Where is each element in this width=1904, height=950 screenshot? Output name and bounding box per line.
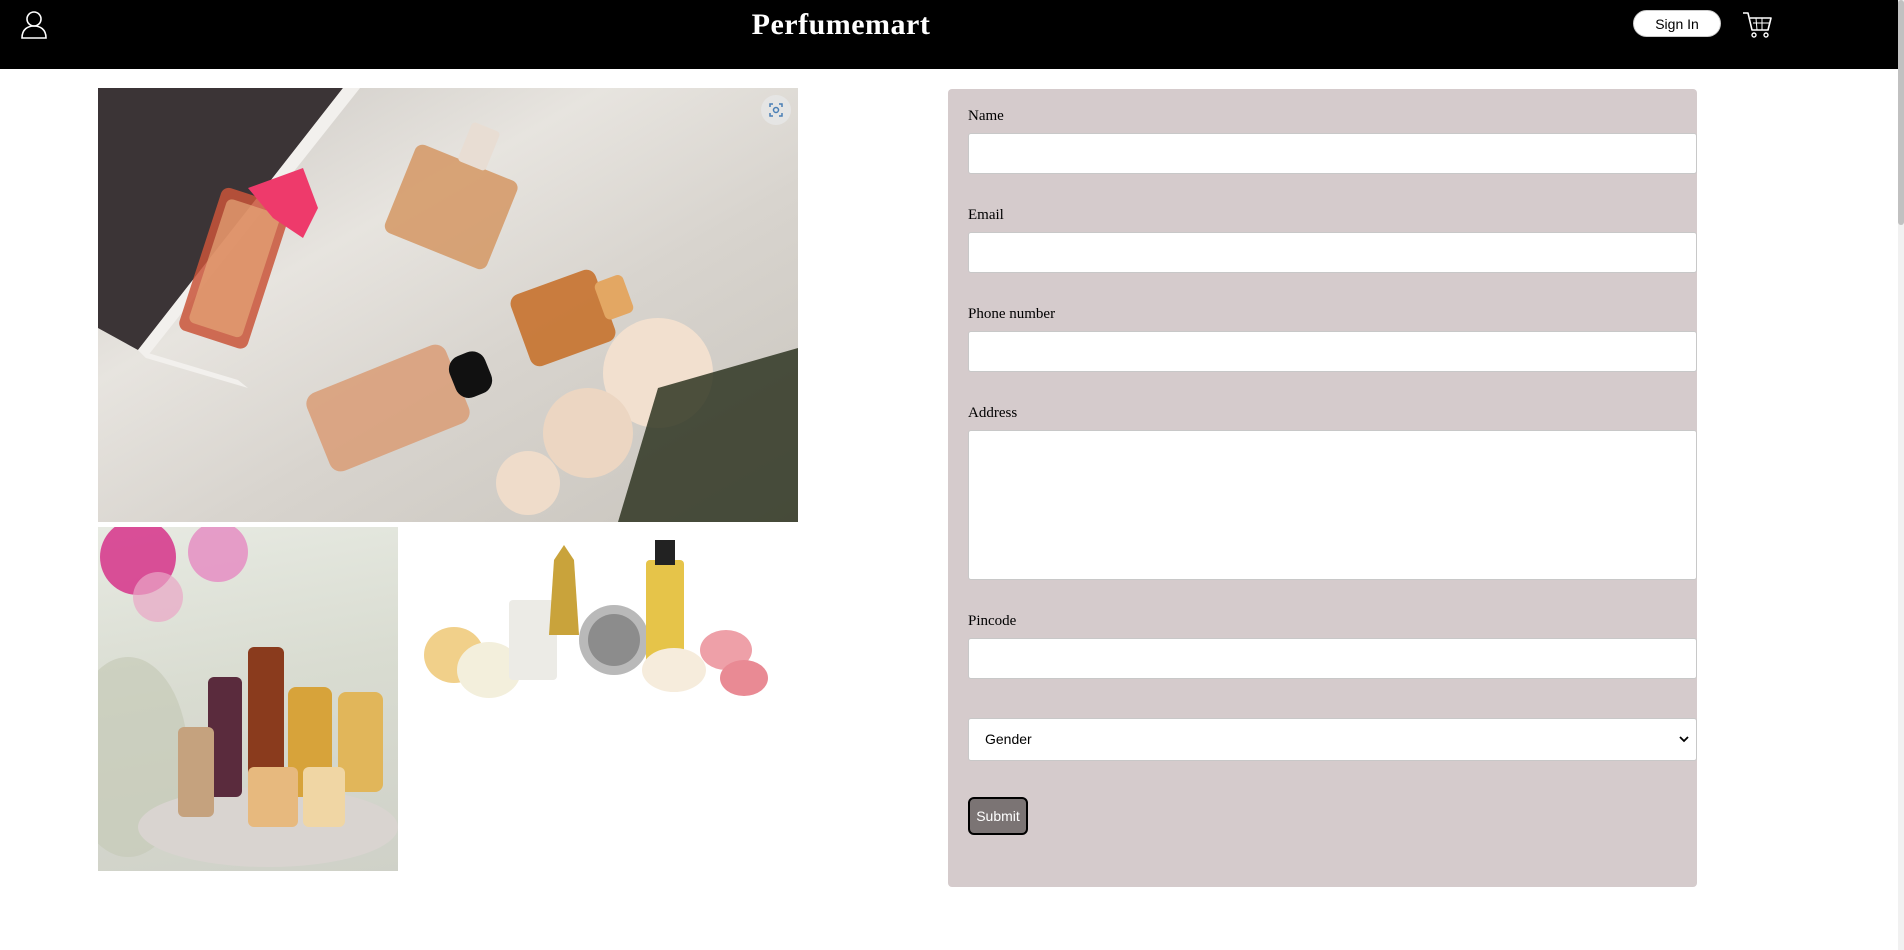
name-field[interactable] [968,133,1697,174]
address-field[interactable] [968,430,1697,580]
gender-select[interactable]: Gender [968,718,1697,761]
gender-select-value: Gender [985,731,1032,747]
perfume-tray-with-flowers-photo [98,527,398,871]
cart-icon[interactable] [1742,10,1772,40]
perfume-bottles-with-flowers-photo [414,540,780,714]
pincode-field[interactable] [968,638,1697,679]
sign-in-button[interactable]: Sign In [1633,10,1721,37]
phone-field[interactable] [968,331,1697,372]
perfume-bottles-on-bedsheet-photo [98,88,798,522]
address-label: Address [968,405,1018,421]
email-label: Email [968,207,1004,223]
name-label: Name [968,108,1004,124]
chevron-down-icon [1679,736,1689,743]
submit-button[interactable]: Submit [968,797,1028,835]
site-brand[interactable]: Perfumemart [0,8,1682,42]
visual-search-icon[interactable] [761,95,791,125]
page-scrollbar[interactable] [1898,0,1904,950]
pincode-label: Pincode [968,613,1017,629]
top-navbar: Perfumemart Sign In [0,0,1904,69]
scrollbar-thumb[interactable] [1898,0,1904,225]
email-field[interactable] [968,232,1697,273]
phone-label: Phone number [968,306,1056,322]
